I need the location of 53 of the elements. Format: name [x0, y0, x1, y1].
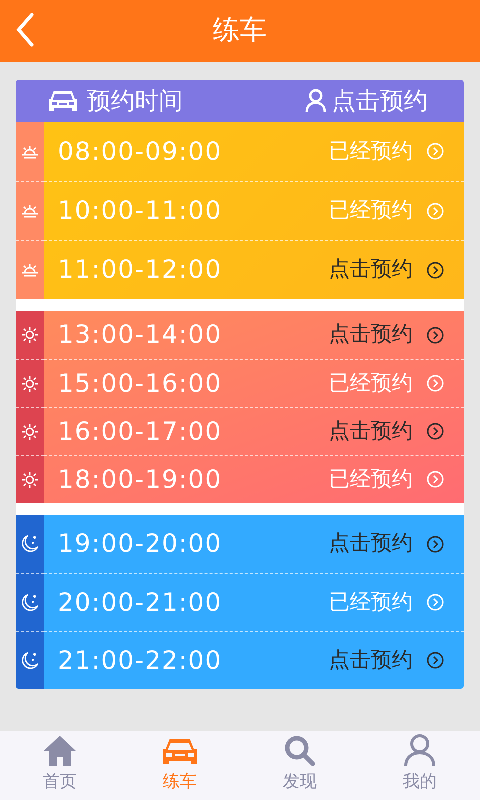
booking-link[interactable]: 点击预约: [329, 528, 444, 560]
sun-icon: [21, 326, 39, 344]
time-slot: 19:00-20:00: [58, 525, 222, 563]
time-slot: 21:00-22:00: [58, 642, 222, 680]
booking-link[interactable]: 点击预约: [329, 254, 444, 286]
chevron-circle-icon: [427, 652, 444, 669]
sunrise-icon: [21, 263, 39, 277]
moon-icon: [20, 650, 40, 670]
person-icon: [404, 734, 436, 766]
car-icon: [162, 736, 198, 766]
column-header: 点击预约: [332, 86, 428, 117]
chevron-circle-icon: [427, 423, 444, 440]
chevron-circle-icon: [427, 594, 444, 611]
booking-link[interactable]: 已经预约: [329, 368, 444, 400]
time-slot: 10:00-11:00: [58, 192, 222, 230]
tab[interactable]: 我的: [360, 731, 480, 800]
tab[interactable]: 发现: [240, 731, 360, 800]
time-slot: 20:00-21:00: [58, 584, 222, 622]
booking-link[interactable]: 已经预约: [329, 136, 444, 168]
chevron-circle-icon: [427, 326, 444, 344]
page-title: 练车: [213, 14, 267, 48]
booking-link[interactable]: 点击预约: [329, 319, 444, 351]
person-icon: [305, 89, 327, 113]
time-slot: 18:00-19:00: [58, 460, 222, 498]
time-slot: 13:00-14:00: [58, 316, 222, 354]
car-icon: [48, 89, 78, 113]
booking-link[interactable]: 点击预约: [329, 644, 444, 676]
chevron-circle-icon: [427, 202, 444, 220]
column-header: 预约时间: [87, 86, 183, 117]
home-icon: [43, 734, 77, 766]
chevron-circle-icon: [427, 536, 444, 552]
chevron-circle-icon: [427, 375, 444, 392]
chevron-circle-icon: [427, 471, 444, 488]
time-slot: 15:00-16:00: [58, 364, 222, 402]
booking-link[interactable]: 已经预约: [329, 586, 444, 618]
chevron-circle-icon: [427, 262, 444, 278]
booking-link[interactable]: 点击预约: [329, 416, 444, 448]
sunrise-icon: [21, 144, 39, 158]
chevron-circle-icon: [427, 143, 444, 160]
time-slot: 11:00-12:00: [58, 251, 222, 289]
tab[interactable]: 首页: [0, 731, 120, 800]
booking-link[interactable]: 已经预约: [329, 464, 444, 496]
sun-icon: [21, 422, 39, 440]
sunrise-icon: [21, 204, 39, 218]
tab[interactable]: 练车: [120, 731, 240, 800]
sun-icon: [21, 374, 39, 392]
time-slot: 08:00-09:00: [58, 132, 222, 170]
sun-icon: [21, 470, 39, 488]
moon-icon: [20, 592, 40, 612]
booking-link[interactable]: 已经预约: [329, 195, 444, 227]
time-slot: 16:00-17:00: [58, 412, 222, 450]
moon-icon: [20, 534, 40, 554]
search-icon: [284, 734, 316, 766]
